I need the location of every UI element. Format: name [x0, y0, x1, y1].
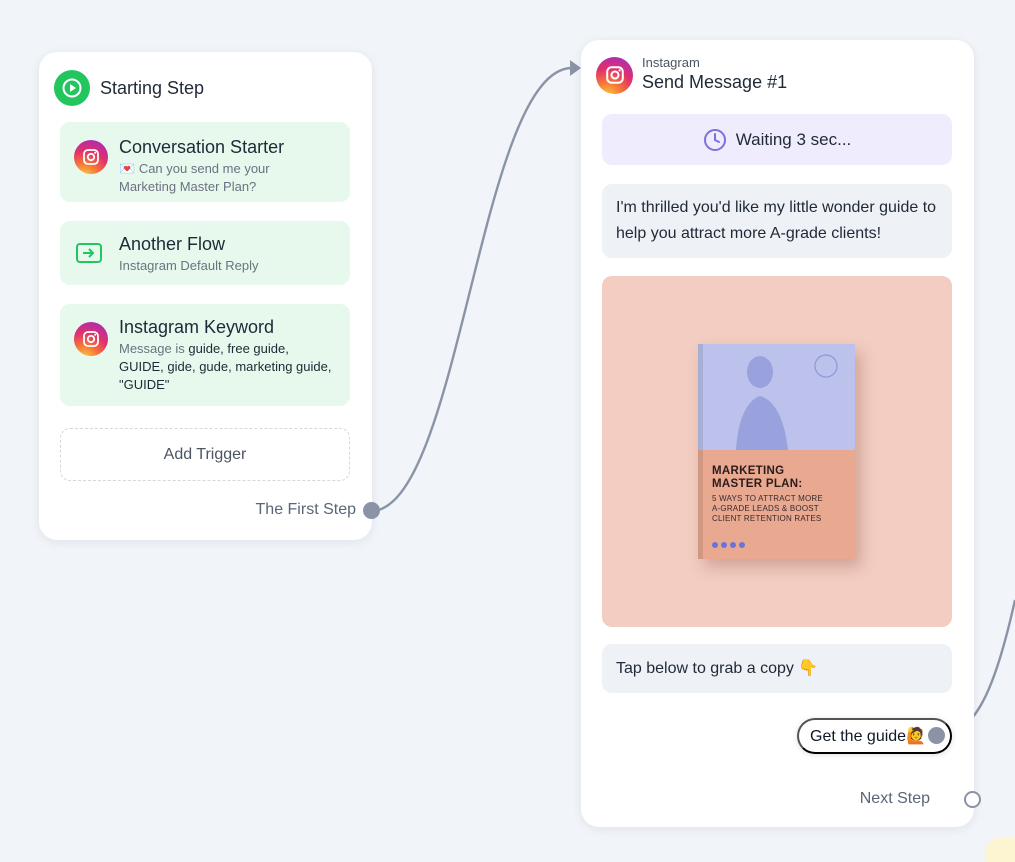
starting-step-header: Starting Step [54, 70, 204, 106]
wire-arrowhead [570, 60, 581, 76]
starting-step-card[interactable]: Starting Step Conversation Starter 💌 Can… [39, 52, 372, 540]
clock-icon [703, 128, 727, 152]
ebook-title: MARKETING MASTER PLAN: [712, 465, 803, 490]
flow-enter-icon [75, 241, 105, 270]
trigger-instagram-keyword[interactable]: Instagram Keyword Message is guide, free… [60, 304, 350, 406]
next-step-output-handle[interactable] [964, 791, 981, 808]
trigger-title: Conversation Starter [119, 137, 285, 157]
cover-photo [698, 344, 855, 450]
corner-widget[interactable] [985, 838, 1015, 862]
first-step-output-handle[interactable] [363, 502, 380, 519]
message-channel-label: Instagram [642, 55, 700, 70]
trigger-title: Instagram Keyword [119, 317, 275, 337]
wire-first-step-to-message [370, 66, 573, 513]
wait-text: Waiting 3 sec... [735, 129, 852, 149]
next-step-output-label: Next Step [859, 790, 930, 807]
love-letter-emoji: 💌 [119, 161, 136, 176]
first-step-output-label: The First Step [255, 501, 356, 518]
trigger-subtitle: Instagram Default Reply [119, 258, 259, 273]
instagram-icon [596, 56, 633, 94]
message-title: Send Message #1 [642, 72, 788, 92]
promo-image[interactable]: MARKETING MASTER PLAN: 5 WAYS TO ATTRACT… [602, 276, 952, 627]
ebook-cover: MARKETING MASTER PLAN: 5 WAYS TO ATTRACT… [698, 344, 855, 559]
play-icon [54, 70, 90, 106]
instagram-icon [74, 140, 108, 174]
starting-step-title: Starting Step [100, 77, 205, 98]
trigger-title: Another Flow [119, 234, 226, 254]
trigger-subtitle: 💌 Can you send me your Marketing Master … [119, 161, 270, 194]
wait-block[interactable]: Waiting 3 sec... [602, 114, 952, 165]
instagram-icon [74, 322, 108, 356]
message-text-bubble[interactable]: I'm thrilled you'd like my little wonder… [602, 184, 952, 258]
trigger-another-flow[interactable]: Another Flow Instagram Default Reply [60, 221, 350, 285]
button-output-handle[interactable] [928, 727, 945, 744]
trigger-conversation-starter[interactable]: Conversation Starter 💌 Can you send me y… [60, 122, 350, 202]
ebook-subtitle: 5 WAYS TO ATTRACT MORE A-GRADE LEADS & B… [712, 494, 823, 523]
send-message-header: Instagram Send Message #1 [596, 56, 787, 94]
trigger-keywords: Message is guide, free guide, GUIDE, gid… [119, 341, 332, 392]
book-spine [698, 344, 703, 559]
flow-canvas[interactable]: Starting Step Conversation Starter 💌 Can… [0, 0, 1015, 862]
message-text-bubble[interactable]: Tap below to grab a copy 👇 [602, 644, 952, 693]
button-label: Get the guide🙋 [810, 728, 926, 745]
send-message-card[interactable]: Instagram Send Message #1 Waiting 3 sec.… [581, 40, 981, 827]
social-dots [712, 542, 748, 548]
add-trigger-button[interactable]: Add Trigger [60, 428, 350, 481]
